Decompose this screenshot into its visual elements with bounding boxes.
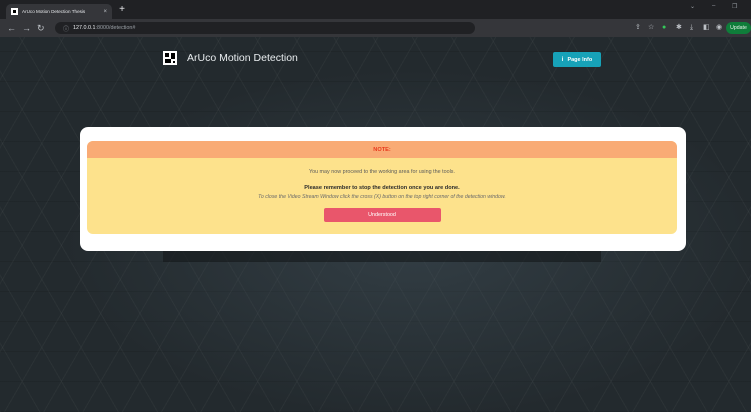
- browser-toolbar: ← → ↻ ⓘ 127.0.0.1 :8000/detection# ⇪ ☆ ●…: [0, 19, 751, 37]
- new-tab-button[interactable]: +: [117, 5, 127, 15]
- url-path: :8000/detection#: [95, 25, 136, 31]
- address-bar[interactable]: ⓘ 127.0.0.1 :8000/detection#: [55, 22, 475, 34]
- update-button[interactable]: Update: [726, 22, 751, 34]
- extension-icon[interactable]: ●: [662, 24, 666, 32]
- page-info-label: Page Info: [567, 56, 593, 63]
- aruco-marker-logo-icon: [163, 51, 177, 65]
- page-info-button[interactable]: i Page Info: [553, 52, 601, 67]
- reload-icon[interactable]: ↻: [37, 23, 45, 33]
- tab-title: ArUco Motion Detection Thesis: [22, 9, 86, 14]
- share-icon[interactable]: ⇪: [635, 24, 641, 32]
- sidepanel-icon[interactable]: ◧: [703, 24, 710, 32]
- info-circle-icon[interactable]: ⓘ: [63, 24, 69, 33]
- download-icon[interactable]: ⤓: [690, 24, 693, 32]
- note-alert: NOTE: You may now proceed to the working…: [87, 141, 677, 234]
- minimize-icon[interactable]: –: [712, 3, 715, 9]
- close-window-hint: To close the Video Stream Window click t…: [258, 194, 506, 200]
- stop-detection-message: Please remember to stop the detection on…: [304, 185, 460, 191]
- star-icon[interactable]: ☆: [648, 24, 654, 32]
- tab-search-icon[interactable]: ⌄: [690, 3, 695, 10]
- alert-heading: NOTE:: [87, 141, 677, 158]
- back-arrow-icon[interactable]: ←: [7, 23, 16, 33]
- alert-body: You may now proceed to the working area …: [87, 169, 677, 222]
- tab-close-icon[interactable]: ×: [103, 9, 107, 15]
- page-viewport: ArUco Motion Detection i Page Info NOTE:…: [0, 37, 751, 412]
- browser-tab[interactable]: ArUco Motion Detection Thesis ×: [6, 4, 112, 19]
- proceed-message: You may now proceed to the working area …: [308, 169, 456, 175]
- url-host: 127.0.0.1: [73, 25, 96, 31]
- forward-arrow-icon[interactable]: →: [22, 23, 31, 33]
- brand-title: ArUco Motion Detection: [187, 52, 298, 64]
- understood-button[interactable]: Understood: [323, 208, 441, 222]
- maximize-icon[interactable]: ❐: [732, 3, 737, 10]
- browser-tab-strip: ArUco Motion Detection Thesis × + ⌄ – ❐: [0, 0, 751, 19]
- profile-icon[interactable]: ◉: [716, 24, 722, 32]
- info-icon: i: [561, 56, 564, 63]
- puzzle-icon[interactable]: ✱: [676, 24, 682, 32]
- navbar-brand[interactable]: ArUco Motion Detection: [163, 51, 298, 65]
- aruco-favicon-icon: [11, 8, 18, 15]
